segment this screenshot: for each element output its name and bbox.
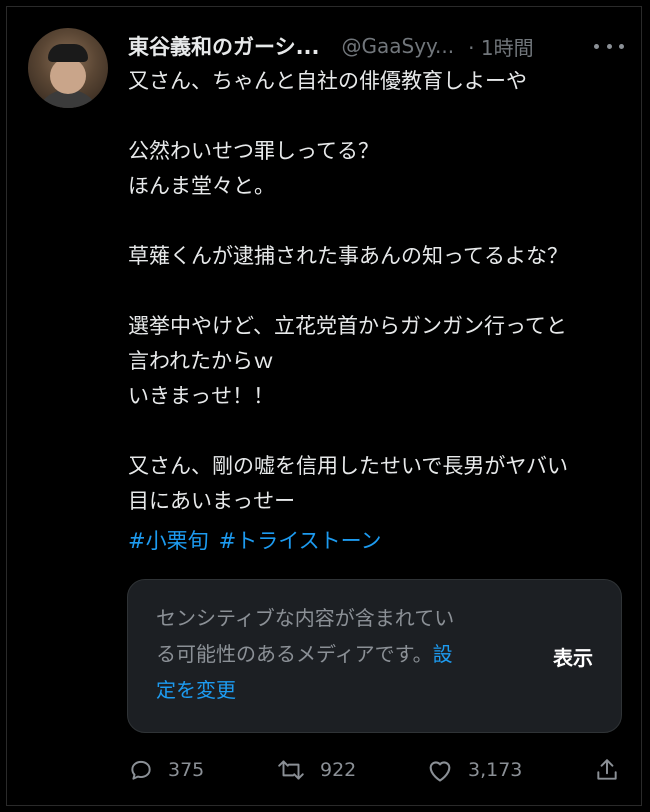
more-horizontal-icon[interactable] [594,36,624,56]
share-button[interactable] [594,750,634,790]
user-handle[interactable]: @GaaSyy... [342,34,455,58]
tweet-line: 公然わいせつ罪しってる？ [128,139,379,163]
tweet-line: 草薙くんが逮捕された事あんの知ってるよな？ [128,244,568,268]
show-media-button[interactable]: 表示 [538,638,608,674]
warning-line: センシティブな内容が含まれてい [156,606,455,630]
change-settings-link[interactable]: 設 [433,642,453,666]
display-name[interactable]: 東谷義和のガーシ... [128,31,320,61]
avatar-face [50,58,86,94]
reply-count: 375 [168,759,205,781]
timestamp[interactable]: · 1時間 [468,32,533,61]
tweet-line: 又さん、ちゃんと自社の俳優教育しよーや [128,69,527,93]
tweet-header: 東谷義和のガーシ... @GaaSyy... · 1時間 [128,30,628,62]
hashtag-link[interactable]: #小栗旬 [128,529,209,553]
retweet-button[interactable]: 922 [276,750,356,790]
tweet-line: ほんま堂々と。 [128,174,275,198]
avatar-cap [48,44,88,62]
tweet-line: いきまっせ！！ [128,384,275,408]
tweet-actions: 375 922 3,173 [128,750,624,790]
tweet-line: 目にあいまっせー [128,489,296,513]
sensitive-media-warning: センシティブな内容が含まれてい る可能性のあるメディアです。設 定を変更 表示 [127,579,622,733]
more-dot [594,43,599,49]
tweet-text: 又さん、ちゃんと自社の俳優教育しよーや 公然わいせつ罪しってる？ ほんま堂々と。… [128,64,618,519]
reply-icon [131,760,151,780]
more-dot [619,43,624,49]
tweet-line: 又さん、剛の嘘を信用したせいで長男がヤバい [128,454,568,478]
reply-button[interactable]: 375 [128,750,204,790]
like-button[interactable]: 3,173 [426,750,522,790]
hashtags: #小栗旬 #トライストーン [128,524,392,559]
heart-icon [429,761,451,782]
tweet-line: 選挙中やけど、立花党首からガンガン行ってと [128,314,567,338]
share-icon [597,759,617,780]
media-warning-text: センシティブな内容が含まれてい る可能性のあるメディアです。設 定を変更 [156,600,506,708]
change-settings-link[interactable]: 定を変更 [156,678,236,702]
like-count: 3,173 [468,759,523,781]
retweet-icon [278,760,304,780]
avatar[interactable] [28,28,108,108]
hashtag-link[interactable]: #トライストーン [219,529,382,553]
more-dot [606,43,612,49]
tweet-line: 言われたからｗ [128,349,274,373]
warning-line: る可能性のあるメディアです。 [156,642,433,666]
retweet-count: 922 [320,759,357,781]
